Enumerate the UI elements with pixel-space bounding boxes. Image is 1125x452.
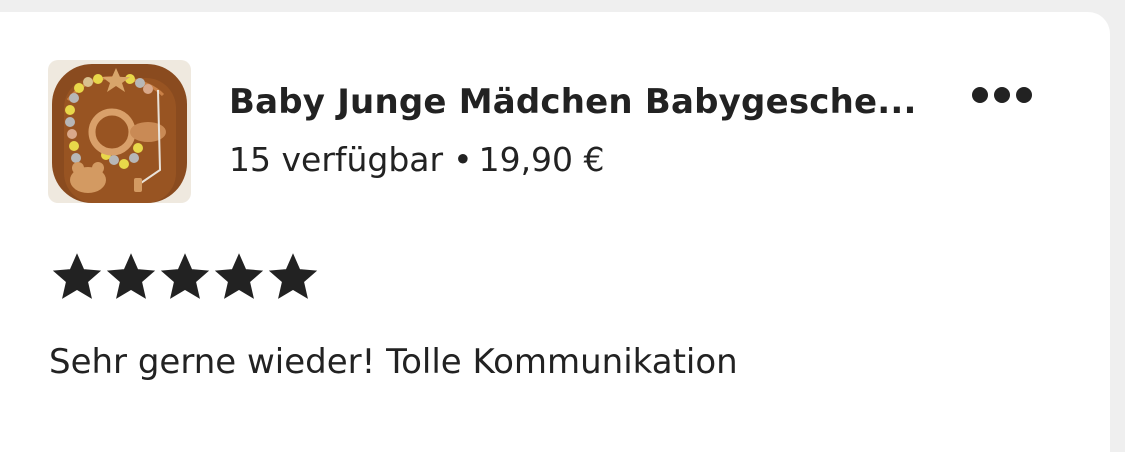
more-options-button[interactable]: [964, 78, 1040, 112]
review-text: Sehr gerne wieder! Tolle Kommunikation: [49, 342, 738, 382]
star-filled-icon: [268, 253, 318, 299]
star-filled-icon: [214, 253, 264, 299]
star-filled-icon: [160, 253, 210, 299]
product-image-icon: [48, 60, 191, 203]
price-text: 19,90 €: [478, 140, 605, 179]
star-filled-icon: [106, 253, 156, 299]
listing-title[interactable]: Baby Junge Mädchen Babygesche...: [229, 82, 919, 122]
product-thumbnail[interactable]: [48, 60, 191, 203]
star-filled-icon: [52, 253, 102, 299]
meta-separator: •: [453, 140, 473, 179]
star-rating: [50, 250, 320, 304]
availability-text: 15 verfügbar: [229, 140, 444, 179]
review-card: Baby Junge Mädchen Babygesche... 15 verf…: [0, 12, 1110, 452]
more-dots-icon: [972, 87, 1032, 103]
listing-meta: 15 verfügbar • 19,90 €: [229, 140, 605, 179]
